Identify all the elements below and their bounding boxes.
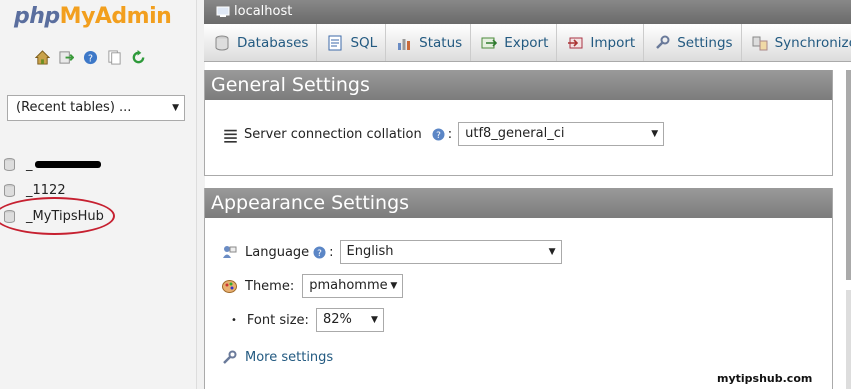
logo-text-myadmin: MyAdmin <box>59 4 172 29</box>
navigation-panel: phpMyAdmin ? (Recent tables) ... ▼ _ _11… <box>0 0 196 389</box>
colon: : <box>329 244 334 260</box>
help-icon[interactable]: ? <box>313 246 326 259</box>
svg-text:?: ? <box>436 131 441 141</box>
database-icon <box>4 183 15 197</box>
import-icon <box>568 37 583 48</box>
redaction-bar <box>34 160 101 168</box>
watermark: mytipshub.com <box>717 372 813 385</box>
theme-icon <box>222 279 237 294</box>
tab-label: Import <box>590 34 636 51</box>
theme-value: pmahomme <box>309 278 388 293</box>
chevron-down-icon: ▼ <box>651 129 659 139</box>
database-name: _1122 <box>26 182 66 198</box>
chevron-down-icon: ▼ <box>172 103 179 113</box>
more-settings-row[interactable]: More settings <box>222 350 333 365</box>
server-breadcrumb[interactable]: localhost <box>216 4 292 19</box>
reload-icon[interactable] <box>131 50 146 65</box>
phpmyadmin-logo[interactable]: phpMyAdmin <box>14 4 172 29</box>
nav-icon-bar: ? <box>35 50 146 65</box>
list-icon <box>223 128 237 143</box>
panel-title: Appearance Settings <box>205 188 832 218</box>
chevron-down-icon: ▼ <box>548 247 556 257</box>
help-icon[interactable]: ? <box>432 128 445 141</box>
font-size-label: Font size: <box>246 312 309 328</box>
synchronize-icon <box>752 36 768 50</box>
theme-label: Theme: <box>245 278 295 294</box>
font-size-select[interactable]: 82% ▼ <box>315 308 384 332</box>
tab-synchronize[interactable]: Synchronize <box>742 24 851 61</box>
server-breadcrumb-bar: localhost <box>204 0 851 24</box>
font-size-value: 82% <box>322 312 352 327</box>
recent-tables-value: (Recent tables) ... <box>16 100 132 115</box>
chevron-down-icon: ▼ <box>371 315 378 325</box>
tab-label: Databases <box>237 34 309 51</box>
chevron-down-icon: ▼ <box>390 281 398 291</box>
colon: : <box>447 126 453 142</box>
tab-settings[interactable]: Settings <box>644 24 742 61</box>
bullet-icon: • <box>231 314 237 326</box>
language-label: Language <box>245 244 310 260</box>
database-name: _ <box>26 156 33 172</box>
database-icon <box>4 157 15 171</box>
tab-label: SQL <box>350 34 378 51</box>
svg-text:?: ? <box>317 249 322 259</box>
tab-label: Settings <box>677 34 733 51</box>
database-item[interactable]: _ <box>4 151 104 177</box>
status-icon <box>398 38 411 50</box>
database-icon <box>215 35 229 50</box>
server-label: localhost <box>234 4 293 19</box>
logo-text-php: php <box>14 4 60 29</box>
right-panel-edge <box>846 70 851 280</box>
language-select[interactable]: English ▼ <box>339 240 562 264</box>
collation-row: Server connection collation ? : utf8_gen… <box>223 122 665 146</box>
theme-row: Theme: pmahomme ▼ <box>222 274 404 298</box>
highlight-circle <box>0 197 115 235</box>
language-row: Language ? : English ▼ <box>222 240 562 264</box>
main-tabs: Databases SQL Status Export Import Setti… <box>204 24 851 62</box>
tab-label: Synchronize <box>774 34 851 51</box>
font-size-row: • Font size: 82% ▼ <box>231 308 384 332</box>
help-icon[interactable]: ? <box>83 50 98 65</box>
theme-select[interactable]: pmahomme ▼ <box>302 274 404 298</box>
language-value: English <box>346 244 394 259</box>
wrench-icon <box>222 350 237 365</box>
appearance-settings-panel: Appearance Settings Language ? : English… <box>204 188 833 389</box>
exit-icon[interactable] <box>59 50 74 65</box>
export-icon <box>481 37 498 48</box>
sql-icon <box>328 35 342 50</box>
tab-databases[interactable]: Databases <box>204 24 318 61</box>
tab-sql[interactable]: SQL <box>317 24 387 61</box>
home-icon[interactable] <box>35 50 50 65</box>
recent-tables-select[interactable]: (Recent tables) ... ▼ <box>7 95 185 121</box>
more-settings-link[interactable]: More settings <box>245 350 333 365</box>
collation-label: Server connection collation <box>244 126 422 142</box>
settings-icon <box>656 35 670 49</box>
collation-select[interactable]: utf8_general_ci ▼ <box>458 122 665 146</box>
tab-import[interactable]: Import <box>557 24 645 61</box>
docs-icon[interactable] <box>107 50 122 65</box>
tab-status[interactable]: Status <box>386 24 472 61</box>
server-icon <box>216 6 230 17</box>
general-settings-panel: General Settings Server connection colla… <box>204 70 833 176</box>
panel-title: General Settings <box>205 70 832 100</box>
language-icon <box>222 245 237 260</box>
collation-value: utf8_general_ci <box>465 126 565 141</box>
tab-label: Export <box>504 34 549 51</box>
tab-label: Status <box>419 34 463 51</box>
right-panel-edge-lower <box>846 290 851 389</box>
svg-text:?: ? <box>88 53 93 64</box>
tab-export[interactable]: Export <box>471 24 558 61</box>
